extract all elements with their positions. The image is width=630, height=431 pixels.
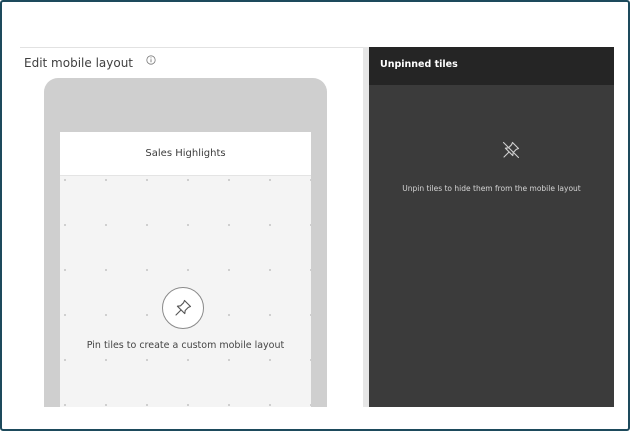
grid-dot [269, 269, 271, 271]
grid-dot [228, 224, 230, 226]
pin-tiles-hint: Pin tiles to create a custom mobile layo… [86, 340, 285, 351]
grid-dot [64, 404, 66, 406]
grid-dot [228, 179, 230, 181]
grid-dot [64, 269, 66, 271]
grid-dot [105, 179, 107, 181]
grid-dot [310, 404, 311, 406]
grid-dot [228, 359, 230, 361]
unpinned-tiles-header: Unpinned tiles [369, 47, 614, 85]
grid-dot [146, 314, 148, 316]
edit-mobile-layout-title: Edit mobile layout [24, 56, 134, 70]
grid-dot [310, 179, 311, 181]
pin-icon [175, 299, 192, 316]
grid-dot [310, 224, 311, 226]
grid-dot [269, 359, 271, 361]
grid-dot [228, 269, 230, 271]
grid-dot [64, 314, 66, 316]
grid-dot [269, 179, 271, 181]
grid-dot [146, 179, 148, 181]
grid-dot [105, 314, 107, 316]
grid-dot [310, 269, 311, 271]
grid-dot [269, 404, 271, 406]
unpinned-tiles-pane: Unpinned tiles Unpin tiles to hide them … [369, 47, 614, 407]
grid-dot [228, 404, 230, 406]
grid-dot [105, 359, 107, 361]
mobile-layout-editor: Edit mobile layout Sales Highlights Pin … [20, 47, 614, 407]
screenshot-frame: Edit mobile layout Sales Highlights Pin … [0, 0, 630, 431]
unpin-tiles-hint: Unpin tiles to hide them from the mobile… [402, 184, 581, 193]
dashboard-header: Sales Highlights [60, 132, 311, 176]
grid-dot [187, 179, 189, 181]
grid-dot [146, 224, 148, 226]
info-icon[interactable] [146, 55, 156, 65]
grid-dot [146, 359, 148, 361]
grid-dot [105, 404, 107, 406]
grid-dot [146, 404, 148, 406]
grid-dot [269, 314, 271, 316]
grid-dot [187, 359, 189, 361]
grid-dot [187, 269, 189, 271]
grid-dot [310, 359, 311, 361]
unpinned-tiles-title: Unpinned tiles [380, 59, 458, 70]
pin-button[interactable] [162, 287, 204, 329]
grid-dot [269, 224, 271, 226]
phone-preview: Sales Highlights Pin tiles to create a c… [44, 78, 327, 407]
grid-dot [310, 314, 311, 316]
grid-dot [187, 224, 189, 226]
grid-dot [64, 224, 66, 226]
grid-dot [187, 404, 189, 406]
dashboard-name: Sales Highlights [145, 148, 226, 159]
grid-dot [228, 314, 230, 316]
grid-dot [105, 224, 107, 226]
grid-dot [64, 359, 66, 361]
grid-dot [146, 269, 148, 271]
phone-screen: Sales Highlights Pin tiles to create a c… [60, 132, 311, 407]
grid-dot [64, 179, 66, 181]
unpin-icon [502, 141, 520, 159]
grid-dot [105, 269, 107, 271]
